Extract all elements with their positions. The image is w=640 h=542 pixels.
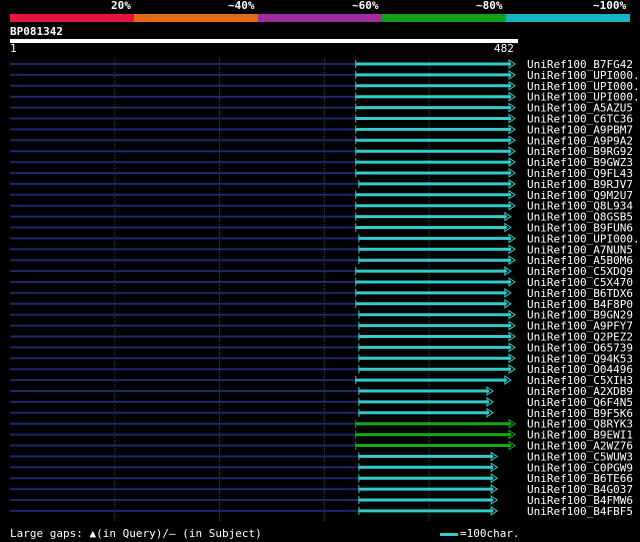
in-subject-icon: — (168, 527, 176, 540)
hit-label-41[interactable]: UniRef100_B4FBF5 (527, 505, 633, 518)
in-query-label: (in Query)/ (96, 527, 169, 540)
scale-legend: =100char. (440, 528, 520, 540)
alignment-chart: UniRef100_B7FG42UniRef100_UPI000..UniRef… (10, 58, 640, 522)
scale-swatch-icon (440, 532, 458, 536)
in-subject-label: (in Subject) (175, 527, 262, 540)
large-gaps-legend: Large gaps: ▲(in Query)/— (in Subject) (10, 528, 262, 540)
scale-label: =100char. (460, 527, 520, 540)
large-gaps-prefix: Large gaps: (10, 527, 90, 540)
